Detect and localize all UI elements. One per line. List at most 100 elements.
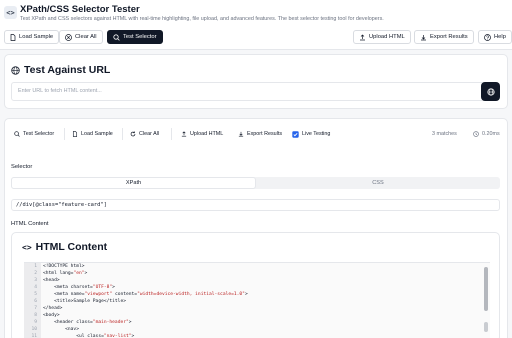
live-testing-label: Live Testing xyxy=(302,131,331,137)
tools-upload-html-button[interactable]: Upload HTML xyxy=(178,128,226,140)
download-icon xyxy=(421,34,426,40)
help-label: Help xyxy=(494,34,506,40)
code-token: <header class= xyxy=(43,320,93,325)
code-token: <meta charset= xyxy=(43,285,93,290)
clock-icon xyxy=(473,131,479,137)
search-icon xyxy=(113,33,120,41)
test-selector-label: Test Selector xyxy=(123,34,157,40)
code-lines: 1 <!DOCTYPE html> 2 <html lang="en"> 3 <head>… xyxy=(24,264,490,338)
divider xyxy=(122,128,123,140)
code-text: <meta charset="UTF-8"> xyxy=(43,285,115,290)
tools-clear-all-label: Clear All xyxy=(139,131,160,137)
code-string: "nav-list" xyxy=(103,334,132,338)
html-content-title-text: HTML Content xyxy=(35,241,108,253)
code-token: > xyxy=(128,320,132,325)
selector-type-tabs: XPath CSS xyxy=(11,177,500,189)
file-icon xyxy=(10,33,16,41)
url-section-title: Test Against URL xyxy=(11,64,110,76)
export-results-button[interactable]: Export Results xyxy=(414,30,474,44)
divider xyxy=(64,128,65,140)
html-content-title: <> HTML Content xyxy=(22,241,107,253)
live-testing-toggle[interactable]: Live Testing xyxy=(289,128,333,140)
url-section-title-text: Test Against URL xyxy=(24,64,111,76)
globe-icon xyxy=(11,65,20,75)
execution-time-label: 0.20ms xyxy=(482,131,500,137)
load-sample-button[interactable]: Load Sample xyxy=(4,30,60,44)
html-code-editor[interactable]: 1 <!DOCTYPE html> 2 <html lang="en"> 3 <head>… xyxy=(24,262,490,338)
upload-html-button[interactable]: Upload HTML xyxy=(353,30,411,44)
code-token: <head> xyxy=(43,278,60,283)
upload-icon xyxy=(181,131,187,137)
line-number: 4 xyxy=(34,285,37,290)
code-text: <header class="main-header"> xyxy=(43,320,132,325)
code-line: 5 <meta name="viewport" content="width=d… xyxy=(24,292,490,299)
clear-all-button[interactable]: Clear All xyxy=(59,30,103,44)
export-results-label: Export Results xyxy=(430,34,468,40)
divider xyxy=(171,128,172,140)
url-input[interactable]: Enter URL to fetch HTML content... xyxy=(11,82,495,101)
fetch-url-button[interactable] xyxy=(481,82,500,101)
line-number: 11 xyxy=(31,334,37,338)
match-count: 3 matches xyxy=(432,131,457,137)
file-icon xyxy=(72,131,78,137)
tools-clear-all-button[interactable]: Clear All xyxy=(127,128,162,140)
html-content-label: HTML Content xyxy=(11,221,49,227)
tab-xpath[interactable]: XPath xyxy=(11,177,256,189)
code-line: 6 <title>Sample Page</title> xyxy=(24,299,490,306)
help-button[interactable]: Help xyxy=(478,30,512,44)
code-logo-icon: <> xyxy=(4,6,17,19)
tools-export-results-label: Export Results xyxy=(247,131,283,137)
upload-icon xyxy=(360,34,365,40)
code-text: <body> xyxy=(43,313,60,318)
code-string: "en" xyxy=(73,271,85,276)
code-line: 8 <body> xyxy=(24,313,490,320)
line-number: 6 xyxy=(34,299,37,304)
globe-icon xyxy=(486,87,495,96)
code-text: <!DOCTYPE html> xyxy=(43,264,85,269)
code-line: 10 <nav> xyxy=(24,327,490,334)
code-line: 7 </head> xyxy=(24,306,490,313)
search-icon xyxy=(14,131,20,137)
test-selector-button[interactable]: Test Selector xyxy=(107,30,163,44)
tools-test-selector-button[interactable]: Test Selector xyxy=(11,128,57,140)
upload-html-label: Upload HTML xyxy=(369,34,405,40)
line-number: 2 xyxy=(34,271,37,276)
code-string: "UTF-8" xyxy=(92,285,113,290)
line-number: 1 xyxy=(34,264,37,269)
tools-test-selector-label: Test Selector xyxy=(23,131,55,137)
code-string: "main-header" xyxy=(92,320,129,325)
code-text: </head> xyxy=(43,306,62,311)
tools-load-sample-button[interactable]: Load Sample xyxy=(69,128,116,140)
app-title: XPath/CSS Selector Tester xyxy=(20,4,140,15)
code-line: 11 <ul class="nav-list"> xyxy=(24,334,490,338)
code-string: "viewport" xyxy=(84,292,113,297)
refresh-icon xyxy=(130,131,136,137)
editor-scrollbar[interactable] xyxy=(484,267,488,311)
code-line: 4 <meta charset="UTF-8"> xyxy=(24,285,490,292)
line-number: 9 xyxy=(34,320,37,325)
tools-upload-html-label: Upload HTML xyxy=(190,131,224,137)
execution-time: 0.20ms xyxy=(470,128,503,140)
code-token: </head> xyxy=(43,306,63,311)
line-number: 10 xyxy=(31,327,37,332)
code-text: <html lang="en"> xyxy=(43,271,87,276)
code-token: <!DOCTYPE html> xyxy=(43,264,85,269)
line-number: 8 xyxy=(34,313,37,318)
code-icon: <> xyxy=(22,242,32,252)
download-icon xyxy=(238,131,244,137)
code-line: 3 <head> xyxy=(24,278,490,285)
tab-css[interactable]: CSS xyxy=(256,177,500,189)
editor-scrollbar-track xyxy=(484,322,488,332)
code-token: > xyxy=(244,292,248,297)
clear-all-label: Clear All xyxy=(75,34,97,40)
checkbox-checked-icon[interactable] xyxy=(292,130,299,138)
line-number: 5 xyxy=(34,292,37,297)
code-token: <nav> xyxy=(43,327,79,332)
code-line: 1 <!DOCTYPE html> xyxy=(24,264,490,271)
app-subtitle: Test XPath and CSS selectors against HTM… xyxy=(20,16,384,22)
code-token: <ul class= xyxy=(43,334,104,338)
selector-label: Selector xyxy=(11,164,33,170)
selector-input[interactable]: //div[@class="feature-card"] xyxy=(11,199,500,211)
code-token: <body> xyxy=(43,313,60,318)
tools-export-results-button[interactable]: Export Results xyxy=(235,128,285,140)
